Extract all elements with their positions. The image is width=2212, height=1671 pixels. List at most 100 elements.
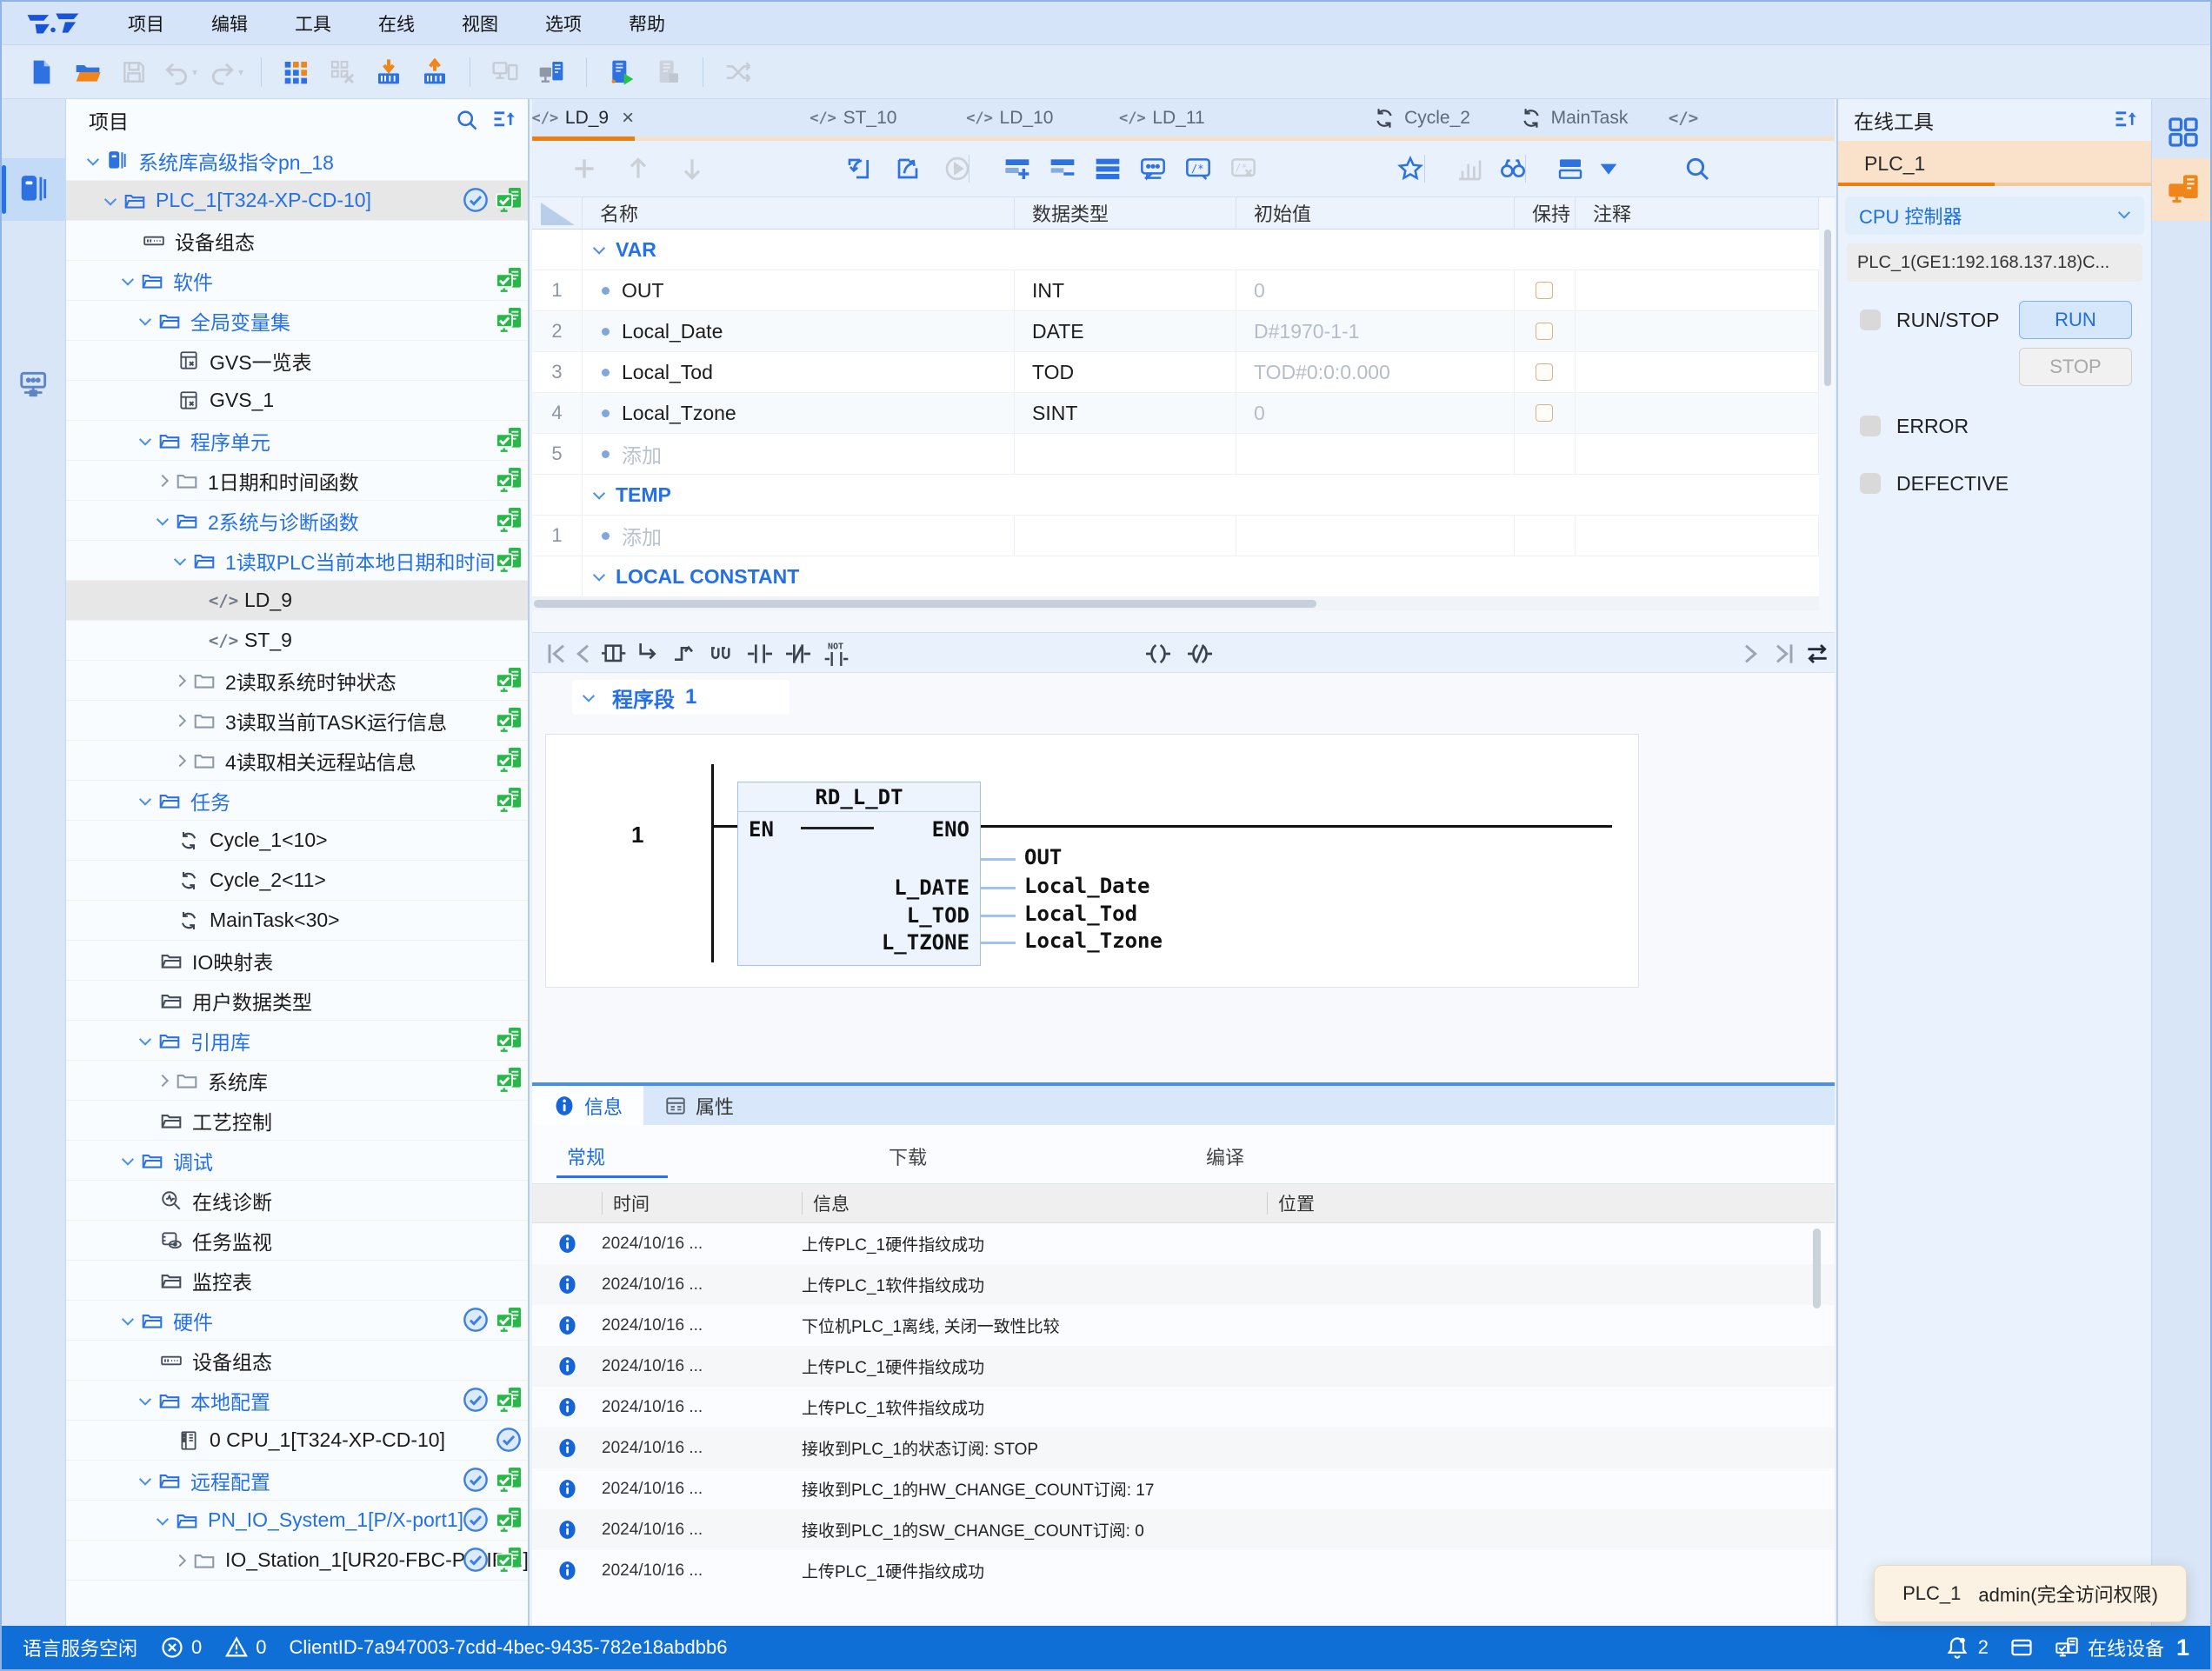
menu-编辑[interactable]: 编辑 [188, 2, 271, 45]
collapse-icon[interactable] [122, 1313, 134, 1325]
variable-row[interactable]: 5 添加 [532, 434, 1819, 475]
collapse-icon[interactable] [174, 553, 186, 565]
stop-button[interactable]: STOP [2019, 348, 2132, 386]
bell-icon[interactable] [1945, 1635, 1969, 1660]
collapse-icon[interactable] [139, 1393, 151, 1405]
variable-group-row[interactable]: LOCAL CONSTANT [532, 556, 1819, 597]
column-header-初始值[interactable]: 初始值 [1236, 197, 1515, 229]
log-row[interactable]: 2024/10/16 ...上传PLC_1硬件指纹成功 [532, 1346, 1835, 1387]
online-devices-label[interactable]: 在线设备 [2088, 1634, 2164, 1661]
tab-overflow-icon[interactable]: </> [1671, 106, 1696, 130]
function-block[interactable]: RD_L_DT EN ENO L_DATEL_TODL_TZONE [737, 782, 981, 966]
log-row[interactable]: 2024/10/16 ...上传PLC_1硬件指纹成功 [532, 1550, 1835, 1591]
split-options-button[interactable] [1591, 150, 1626, 188]
tree-item[interactable]: 软件 [66, 261, 528, 301]
import-button[interactable] [841, 150, 876, 188]
network-header[interactable]: 程序段 1 [572, 680, 790, 715]
collapse-icon[interactable] [157, 513, 169, 525]
tree-item[interactable]: 全局变量集 [66, 301, 528, 341]
variable-row[interactable]: 1 添加 [532, 516, 1819, 556]
open-project-button[interactable] [70, 53, 105, 91]
tree-item[interactable]: 系统库 [66, 1061, 528, 1101]
log-scrollbar[interactable] [1813, 1228, 1821, 1308]
tree-item[interactable]: 程序单元 [66, 421, 528, 461]
variable-row[interactable]: 2 Local_Date DATE D#1970-1-1 [532, 311, 1819, 352]
warnings-icon[interactable] [224, 1635, 249, 1660]
go-next-button[interactable] [1732, 635, 1767, 673]
tree-item[interactable]: PN_IO_System_1[P/X-port1] [66, 1501, 528, 1541]
tree-item[interactable]: PLC_1[T324-XP-CD-10] [66, 181, 528, 221]
log-row[interactable]: 2024/10/16 ...下位机PLC_1离线, 关闭一致性比较 [532, 1305, 1835, 1346]
new-project-button[interactable] [24, 53, 59, 91]
expand-icon[interactable] [157, 474, 169, 486]
horizontal-scrollbar[interactable] [532, 597, 1819, 610]
log-row[interactable]: 2024/10/16 ...接收到PLC_1的HW_CHANGE_COUNT订阅… [532, 1468, 1835, 1509]
tree-item[interactable]: 系统库高级指令pn_18 [66, 141, 528, 181]
tree-item[interactable]: 远程配置 [66, 1461, 528, 1501]
tree-item[interactable]: 任务监视 [66, 1221, 528, 1261]
tree-item[interactable]: 工艺控制 [66, 1101, 528, 1141]
tree-item[interactable]: Cycle_1<10> [66, 821, 528, 861]
insert-row-button[interactable] [1000, 150, 1035, 188]
tree-item[interactable]: IO_Station_1[UR20-FBC-PN-IR...] [66, 1541, 528, 1581]
log-column-信息[interactable]: 信息 [802, 1192, 1267, 1215]
connect-network-button[interactable] [488, 53, 523, 91]
ladder-network-canvas[interactable]: 1 RD_L_DT EN ENO L_DATEL_TODL_TZONE OUTL… [545, 734, 1639, 988]
menu-选项[interactable]: 选项 [522, 2, 605, 45]
log-column-位置[interactable]: 位置 [1267, 1192, 1817, 1215]
tree-item[interactable]: </>ST_9 [66, 621, 528, 661]
expand-icon[interactable] [157, 1074, 169, 1086]
operand-label[interactable]: Local_Tod [1024, 902, 1137, 926]
favorites-button[interactable] [1393, 150, 1428, 188]
tree-item[interactable]: MainTask<30> [66, 901, 528, 941]
subtab-常规[interactable]: 常规 [567, 1142, 605, 1170]
retain-checkbox[interactable] [1536, 323, 1553, 340]
expand-icon[interactable] [174, 754, 186, 766]
window-icon[interactable] [2009, 1635, 2034, 1660]
log-row[interactable]: 2024/10/16 ...上传PLC_1软件指纹成功 [532, 1387, 1835, 1428]
move-down-button[interactable] [675, 150, 710, 188]
device-selector[interactable]: PLC_1(GE1:192.168.137.18)C... [1847, 243, 2142, 282]
clean-compile-button[interactable] [325, 53, 360, 91]
panel-sort-icon[interactable] [2113, 108, 2137, 132]
open-contact-button[interactable] [743, 635, 777, 673]
go-online-button[interactable] [604, 53, 639, 91]
variable-row[interactable]: 4 Local_Tzone SINT 0 [532, 393, 1819, 434]
variable-row[interactable]: 1 OUT INT 0 [532, 270, 1819, 311]
remove-block-comment-button[interactable]: /* [1226, 150, 1261, 188]
retain-checkbox[interactable] [1536, 404, 1553, 422]
menu-在线[interactable]: 在线 [355, 2, 438, 45]
menu-视图[interactable]: 视图 [438, 2, 522, 45]
collapse-icon[interactable] [583, 690, 595, 702]
tree-item[interactable]: 本地配置 [66, 1381, 528, 1421]
log-row[interactable]: 2024/10/16 ...上传PLC_1硬件指纹成功 [532, 1223, 1835, 1264]
connect-device-button[interactable] [534, 53, 569, 91]
search-icon[interactable] [455, 108, 479, 132]
operand-label[interactable]: Local_Tzone [1024, 929, 1163, 953]
tree-item[interactable]: 监控表 [66, 1261, 528, 1301]
tab-LD_9[interactable]: </>LD_9× [532, 99, 635, 136]
insert-segment-button[interactable] [704, 635, 739, 673]
online-device-icon[interactable] [2055, 1635, 2079, 1660]
tree-item[interactable]: IO映射表 [66, 941, 528, 981]
tree-item[interactable]: 2读取系统时钟状态 [66, 661, 528, 701]
cpu-controller-section[interactable]: CPU 控制器 [1845, 196, 2144, 235]
tree-item[interactable]: 在线诊断 [66, 1181, 528, 1221]
closed-contact-button[interactable] [781, 635, 816, 673]
coil-button[interactable] [1141, 635, 1176, 673]
online-tools-view-button[interactable] [2152, 158, 2212, 221]
log-row[interactable]: 2024/10/16 ...接收到PLC_1的SW_CHANGE_COUNT订阅… [532, 1509, 1835, 1550]
tab-MainTask[interactable]: MainTask [1493, 99, 1654, 136]
panel-tab-信息[interactable]: 信息 [532, 1086, 643, 1125]
not-contact-button[interactable]: NOT [819, 635, 854, 673]
tab-Cycle_2[interactable]: Cycle_2 [1345, 99, 1497, 136]
expand-icon[interactable] [174, 1554, 186, 1566]
variable-group-row[interactable]: TEMP [532, 475, 1819, 516]
tree-item[interactable]: 调试 [66, 1141, 528, 1181]
chart-button[interactable] [1452, 150, 1487, 188]
tree-item[interactable]: 1日期和时间函数 [66, 461, 528, 501]
column-header-注释[interactable]: 注释 [1576, 197, 1819, 229]
collapse-icon[interactable] [139, 1033, 151, 1045]
undo-button[interactable]: ▾ [163, 53, 197, 91]
collapse-icon[interactable] [122, 1153, 134, 1165]
